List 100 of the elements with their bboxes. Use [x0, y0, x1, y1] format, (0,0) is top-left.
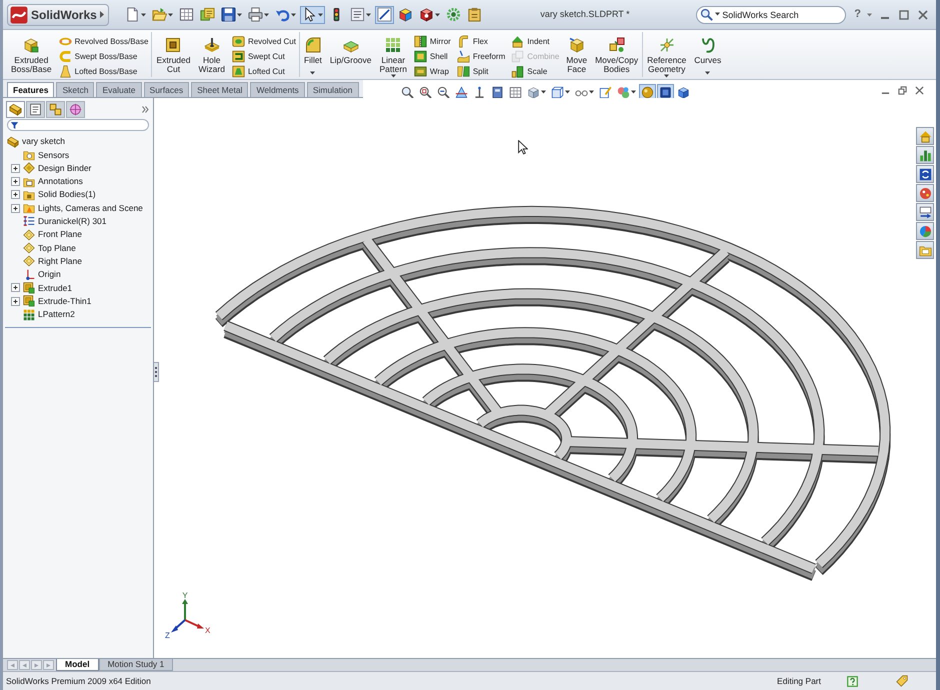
- tree-item[interactable]: vary sketch: [7, 135, 153, 148]
- restore-icon[interactable]: [898, 86, 907, 95]
- caret-icon: [168, 12, 173, 16]
- double-chevron-icon[interactable]: [142, 106, 149, 112]
- ribbon-button[interactable]: Swept Boss/Base: [58, 50, 148, 63]
- panel-tab[interactable]: [46, 100, 65, 118]
- close-icon[interactable]: [915, 86, 924, 95]
- axis-label: Z: [165, 631, 170, 640]
- help-icon[interactable]: [847, 676, 858, 686]
- command-tab[interactable]: Simulation: [306, 82, 358, 97]
- sheet-tab[interactable]: Model: [56, 659, 99, 671]
- caret-icon: [588, 90, 594, 94]
- axis-label: X: [205, 626, 210, 635]
- task-pane-tab[interactable]: [916, 222, 934, 240]
- tree-item[interactable]: Annotations: [11, 174, 153, 188]
- property-sheet-icon: [29, 102, 42, 116]
- close-icon[interactable]: [918, 10, 928, 20]
- panel-tab[interactable]: [6, 100, 25, 118]
- tree-item[interactable]: Sensors: [11, 148, 153, 162]
- ribbon-button[interactable]: Freeform: [456, 50, 506, 63]
- ribbon-button[interactable]: Flex: [456, 35, 506, 48]
- help-button[interactable]: ?: [854, 6, 861, 23]
- z-axis-arrow: [171, 619, 186, 632]
- ribbon-button[interactable]: Curves: [693, 32, 722, 77]
- stacked-sheets-icon: [200, 7, 215, 22]
- tree-item[interactable]: Lights, Cameras and Scene: [11, 201, 153, 215]
- tree-item[interactable]: LPattern2: [11, 308, 153, 322]
- ribbon-button[interactable]: Linear Pattern: [378, 32, 408, 77]
- toolbar-button[interactable]: [218, 6, 244, 24]
- x-axis-arrow: [184, 619, 204, 628]
- ribbon-button[interactable]: Revolved Boss/Base: [58, 35, 148, 48]
- maximize-icon[interactable]: [899, 10, 909, 20]
- caret-icon: [705, 71, 710, 75]
- ribbon-button[interactable]: Shell: [414, 50, 451, 63]
- ribbon-button[interactable]: Scale: [511, 65, 560, 78]
- toolbar-button[interactable]: [300, 6, 325, 24]
- ribbon-button[interactable]: Mirror: [414, 35, 451, 48]
- sheet-tab[interactable]: Motion Study 1: [98, 659, 174, 671]
- command-tab[interactable]: Evaluate: [96, 82, 142, 97]
- task-pane-tab[interactable]: [916, 184, 934, 202]
- caret-icon: [564, 90, 570, 94]
- ribbon-button[interactable]: Indent: [511, 35, 560, 48]
- tree-item[interactable]: Duranickel(R) 301: [11, 214, 153, 228]
- tree-item[interactable]: Front Plane: [11, 228, 153, 242]
- command-tab[interactable]: Sketch: [56, 82, 94, 97]
- tree-item[interactable]: Right Plane: [11, 254, 153, 268]
- plane-icon: [23, 255, 35, 268]
- tag-icon[interactable]: [896, 675, 908, 687]
- ribbon-button[interactable]: Lofted Boss/Base: [58, 65, 148, 78]
- arrow-icon: [100, 11, 104, 18]
- extrude-feature-icon: [23, 282, 35, 294]
- expand-icon: [11, 164, 20, 173]
- filter-field[interactable]: [7, 119, 149, 131]
- tree-item[interactable]: Design Binder: [11, 162, 153, 175]
- splitter-handle[interactable]: [154, 362, 159, 382]
- tree-item[interactable]: Extrude1: [11, 281, 153, 295]
- ribbon-button[interactable]: Extruded Cut: [155, 32, 192, 77]
- task-pane-tab[interactable]: [916, 146, 934, 164]
- ribbon-button[interactable]: Wrap: [414, 65, 451, 78]
- panel-tab[interactable]: [26, 100, 45, 118]
- command-tab[interactable]: Features: [7, 82, 54, 97]
- ribbon-button[interactable]: Move Face: [565, 32, 588, 77]
- bent-bar-icon: [456, 35, 470, 48]
- ribbon-button[interactable]: Lofted Cut: [232, 65, 296, 78]
- expand-icon: [11, 190, 20, 200]
- pattern-icon: [23, 308, 35, 320]
- task-pane-tab[interactable]: [916, 127, 934, 145]
- logo-icon: [10, 6, 28, 24]
- command-tab[interactable]: Sheet Metal: [191, 82, 248, 97]
- command-tab[interactable]: Surfaces: [144, 82, 190, 97]
- panel-tab[interactable]: [66, 100, 85, 118]
- ribbon-button[interactable]: Split: [456, 65, 506, 78]
- part-icon: [7, 136, 19, 148]
- caret-icon: [318, 12, 323, 16]
- task-pane-tab[interactable]: [916, 241, 934, 259]
- ribbon-button[interactable]: Hole Wizard: [197, 32, 226, 77]
- command-tab[interactable]: Weldments: [250, 82, 305, 97]
- tree-item[interactable]: Origin: [11, 268, 153, 282]
- ribbon-button[interactable]: Reference Geometry: [646, 32, 688, 77]
- task-pane-tab[interactable]: [916, 165, 934, 183]
- ribbon-button[interactable]: Revolved Cut: [232, 35, 296, 48]
- tree-item[interactable]: Extrude-Thin1: [11, 294, 153, 308]
- tree-item[interactable]: Top Plane: [11, 241, 153, 255]
- revolve-icon: [58, 35, 72, 48]
- ribbon-button[interactable]: Extruded Boss/Base: [10, 32, 53, 77]
- tree-item[interactable]: Solid Bodies(1): [11, 188, 153, 202]
- cube-icon: [676, 86, 690, 98]
- ribbon-button[interactable]: Move/Copy Bodies: [594, 32, 640, 77]
- ribbon-button[interactable]: Lip/Groove: [328, 32, 373, 77]
- task-pane-tab[interactable]: [916, 203, 934, 221]
- ribbon-button[interactable]: Fillet: [302, 32, 323, 77]
- zoom-icon: [400, 86, 414, 98]
- toolbar-button[interactable]: [246, 6, 271, 24]
- search-field[interactable]: SolidWorks Search: [696, 6, 846, 24]
- target-icon: [69, 102, 82, 116]
- toolbar-button[interactable]: [374, 6, 394, 24]
- refresh-icon: [918, 168, 932, 180]
- logo-menu-button[interactable]: SolidWorks: [7, 4, 109, 26]
- ribbon-button[interactable]: Swept Cut: [232, 50, 296, 63]
- material-icon: [23, 215, 35, 228]
